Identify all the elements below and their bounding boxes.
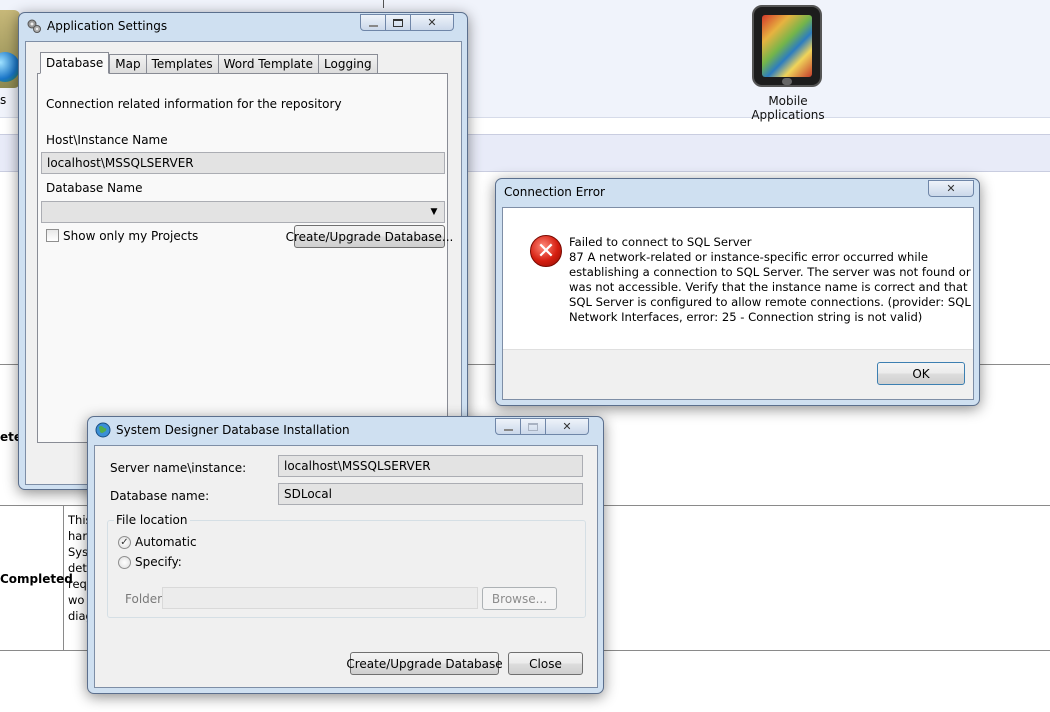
close-icon: ✕ <box>562 420 572 433</box>
install-client-area: Server name\instance: localhost\MSSQLSER… <box>94 445 598 688</box>
gear-icon <box>27 19 41 33</box>
minimize-button[interactable] <box>495 418 521 435</box>
window-title: System Designer Database Installation <box>116 423 350 437</box>
settings-tabs: Database Map Templates Word Template Log… <box>40 52 378 74</box>
bg-partial-label: s <box>0 93 7 107</box>
close-button[interactable]: ✕ <box>546 418 589 435</box>
folder-label: Folder: <box>125 592 166 606</box>
database-installation-window: System Designer Database Installation ✕ … <box>87 416 604 694</box>
caption-buttons: ✕ <box>495 418 589 435</box>
error-x-icon: ✕ <box>530 235 562 267</box>
titlebar[interactable]: Connection Error ✕ <box>496 179 979 205</box>
database-name-label: Database name: <box>110 489 210 503</box>
close-icon: ✕ <box>946 182 956 195</box>
close-button[interactable]: ✕ <box>411 14 454 31</box>
window-title: Application Settings <box>47 19 168 33</box>
maximize-icon <box>528 422 538 431</box>
bg-divider-tick <box>383 0 384 8</box>
dialog-title: Connection Error <box>504 185 605 199</box>
tablet-map-icon[interactable] <box>752 5 822 87</box>
intro-text: Connection related information for the r… <box>46 97 342 111</box>
folder-input <box>162 587 478 609</box>
create-upgrade-database-button[interactable]: Create/Upgrade Database <box>346 652 503 675</box>
close-icon: ✕ <box>427 16 437 29</box>
caption-buttons: ✕ <box>928 180 974 197</box>
automatic-label[interactable]: Automatic <box>135 535 197 549</box>
mobile-applications-label[interactable]: Mobile Applications <box>733 94 843 122</box>
create-upgrade-database-button[interactable]: Create/Upgrade Database... <box>286 225 453 248</box>
maximize-button <box>521 418 546 435</box>
titlebar[interactable]: System Designer Database Installation ✕ <box>88 417 603 443</box>
caption-buttons: ✕ <box>360 14 454 31</box>
show-only-checkbox[interactable] <box>46 229 59 242</box>
database-name-label: Database Name <box>46 181 143 195</box>
automatic-radio[interactable]: ✓ <box>118 536 131 549</box>
bg-status-completed: Completed <box>0 572 73 586</box>
specify-radio[interactable] <box>118 556 131 569</box>
bg-description-fragment: This har Sys det req wo diag <box>68 513 88 623</box>
specify-label[interactable]: Specify: <box>135 555 182 569</box>
database-name-combo[interactable]: ▼ <box>41 201 445 223</box>
database-tab-panel: Connection related information for the r… <box>37 73 453 443</box>
close-button[interactable]: ✕ <box>928 180 974 197</box>
file-location-label: File location <box>114 513 190 527</box>
host-label: Host\Instance Name <box>46 133 168 147</box>
error-message: Failed to connect to SQL Server 87 A net… <box>569 235 971 324</box>
titlebar[interactable]: Application Settings ✕ <box>19 13 467 39</box>
tab-database[interactable]: Database <box>40 52 110 74</box>
show-only-label[interactable]: Show only my Projects <box>63 229 198 243</box>
tab-logging[interactable]: Logging <box>318 54 378 74</box>
minimize-icon <box>368 24 378 27</box>
globe-icon <box>95 422 111 438</box>
tab-templates[interactable]: Templates <box>145 54 218 74</box>
tab-word-template[interactable]: Word Template <box>217 54 319 74</box>
chevron-down-icon[interactable]: ▼ <box>424 202 444 222</box>
error-client-area: ✕ Failed to connect to SQL Server 87 A n… <box>502 207 974 400</box>
connection-error-dialog: Connection Error ✕ ✕ Failed to connect t… <box>495 178 980 406</box>
server-name-input[interactable]: localhost\MSSQLSERVER <box>278 455 583 477</box>
file-location-group: File location ✓ Automatic Specify: Folde… <box>107 513 586 618</box>
server-name-label: Server name\instance: <box>110 461 247 475</box>
ok-button[interactable]: OK <box>877 362 965 385</box>
maximize-icon <box>393 18 403 27</box>
minimize-icon <box>503 428 513 431</box>
minimize-button[interactable] <box>360 14 386 31</box>
host-instance-input[interactable]: localhost\MSSQLSERVER <box>41 152 445 174</box>
tab-map[interactable]: Map <box>109 54 146 74</box>
browse-button: Browse... <box>482 587 557 610</box>
dialog-footer: OK <box>503 349 973 399</box>
close-dialog-button[interactable]: Close <box>508 652 583 675</box>
maximize-button[interactable] <box>386 14 411 31</box>
database-name-input[interactable]: SDLocal <box>278 483 583 505</box>
